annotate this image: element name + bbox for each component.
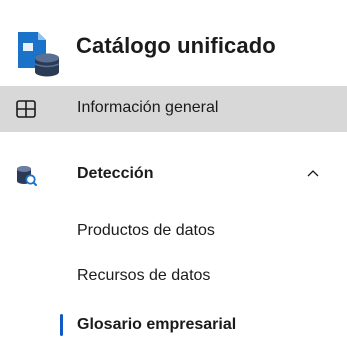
navigation-panel: Catálogo unificado Información general D…	[0, 0, 347, 351]
nav-item-label: Información general	[77, 99, 219, 116]
sub-item-label: Productos de datos	[77, 222, 215, 239]
sub-item-productos-de-datos[interactable]: Productos de datos	[0, 212, 347, 252]
active-indicator	[60, 314, 63, 336]
sub-item-glosario-empresarial[interactable]: Glosario empresarial	[0, 306, 347, 346]
sub-item-recursos-de-datos[interactable]: Recursos de datos	[0, 257, 347, 297]
app-header: Catálogo unificado	[0, 24, 347, 77]
nav-item-deteccion[interactable]: Detección	[0, 152, 347, 198]
sub-item-label: Glosario empresarial	[77, 316, 237, 333]
chevron-up-icon[interactable]	[305, 165, 321, 181]
nav-item-label: Detección	[77, 165, 154, 182]
overview-grid-icon	[16, 100, 36, 118]
discovery-database-search-icon	[17, 166, 37, 186]
app-title: Catálogo unificado	[76, 33, 276, 58]
sub-item-label: Recursos de datos	[77, 267, 211, 284]
unified-catalog-icon	[18, 32, 60, 77]
nav-item-informacion-general[interactable]: Información general	[0, 86, 347, 132]
